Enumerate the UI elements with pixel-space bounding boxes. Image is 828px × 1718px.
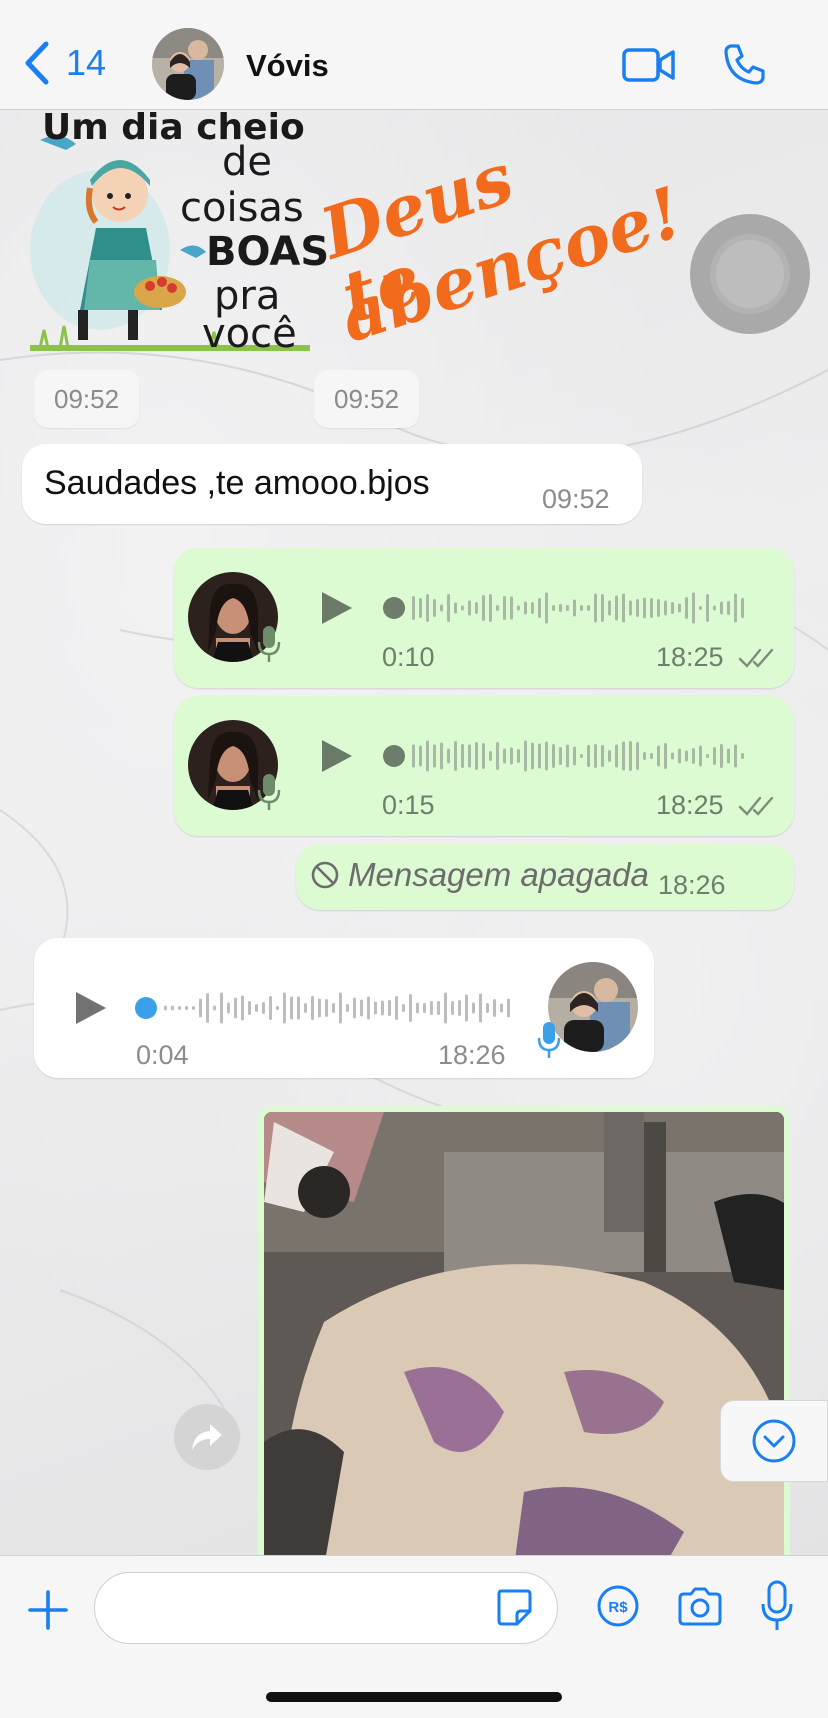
sticker-icon[interactable]: [495, 1587, 533, 1627]
message-time: 18:26: [438, 1040, 506, 1070]
svg-text:R$: R$: [608, 1599, 628, 1616]
voice-duration: 0:04: [136, 1040, 189, 1070]
sticker-good-day[interactable]: Um dia cheio de coisas BOAS pra você: [30, 110, 329, 360]
incoming-text-message[interactable]: Saudades ,te amooo.bjos 09:52: [22, 444, 642, 524]
sticker-text-line: coisas: [180, 185, 304, 231]
forward-button[interactable]: [174, 1404, 240, 1470]
floating-record-button[interactable]: [690, 214, 810, 334]
voice-duration: 0:10: [382, 642, 435, 672]
sticker-text-line: pra: [214, 273, 281, 319]
video-camera-icon[interactable]: [622, 46, 676, 84]
pix-payment-icon[interactable]: R$: [596, 1584, 640, 1628]
forward-icon: [192, 1424, 222, 1450]
deleted-message[interactable]: Mensagem apagada 18:26: [296, 844, 794, 910]
microphone-icon: [257, 626, 281, 662]
back-button[interactable]: 14: [22, 40, 106, 86]
chat-header: 14 Vóvis: [0, 0, 828, 110]
outgoing-image-message[interactable]: [258, 1106, 790, 1561]
sticker-timestamp: 09:52: [314, 370, 420, 428]
sticker-god-bless[interactable]: Deus te abençoe!: [311, 120, 692, 359]
sticker-text-line: de: [222, 139, 272, 185]
audio-waveform[interactable]: [382, 588, 748, 628]
play-icon[interactable]: [316, 736, 356, 776]
phone-icon[interactable]: [722, 42, 766, 86]
outgoing-voice-message[interactable]: 0:10 18:25: [174, 548, 794, 688]
blocked-icon: [311, 861, 339, 889]
plus-icon[interactable]: [26, 1588, 70, 1632]
message-input-field[interactable]: [94, 1572, 558, 1644]
outgoing-voice-message[interactable]: 0:15 18:25: [174, 696, 794, 836]
sticker-text-line: você: [202, 311, 297, 357]
message-time: 18:25: [656, 790, 724, 820]
read-receipt-icon: [738, 796, 774, 816]
contact-avatar[interactable]: [152, 28, 224, 100]
play-icon[interactable]: [70, 988, 110, 1028]
incoming-voice-message[interactable]: 0:04 18:26: [34, 938, 654, 1078]
chevron-left-icon: [25, 41, 49, 85]
audio-waveform[interactable]: [134, 988, 514, 1028]
scroll-to-bottom-button[interactable]: [720, 1400, 828, 1482]
audio-waveform[interactable]: [382, 736, 748, 776]
chevron-down-circle-icon: [752, 1419, 796, 1463]
message-time: 18:26: [658, 870, 726, 900]
sticker-timestamp: 09:52: [34, 370, 140, 428]
read-receipt-icon: [738, 648, 774, 668]
message-text: Saudades ,te amooo.bjos: [44, 464, 430, 502]
camera-icon[interactable]: [676, 1586, 724, 1628]
message-time: 18:25: [656, 642, 724, 672]
message-input[interactable]: [117, 1587, 477, 1629]
unread-count: 14: [66, 42, 107, 83]
contact-name[interactable]: Vóvis: [246, 48, 329, 84]
deleted-message-text: Mensagem apagada: [348, 856, 649, 893]
home-indicator: [266, 1692, 562, 1702]
microphone-icon: [257, 774, 281, 810]
sticker-text-line: BOAS: [206, 229, 330, 275]
play-icon[interactable]: [316, 588, 356, 628]
microphone-icon: [537, 1022, 561, 1058]
message-time: 09:52: [542, 484, 610, 514]
voice-duration: 0:15: [382, 790, 435, 820]
microphone-icon[interactable]: [760, 1580, 794, 1632]
